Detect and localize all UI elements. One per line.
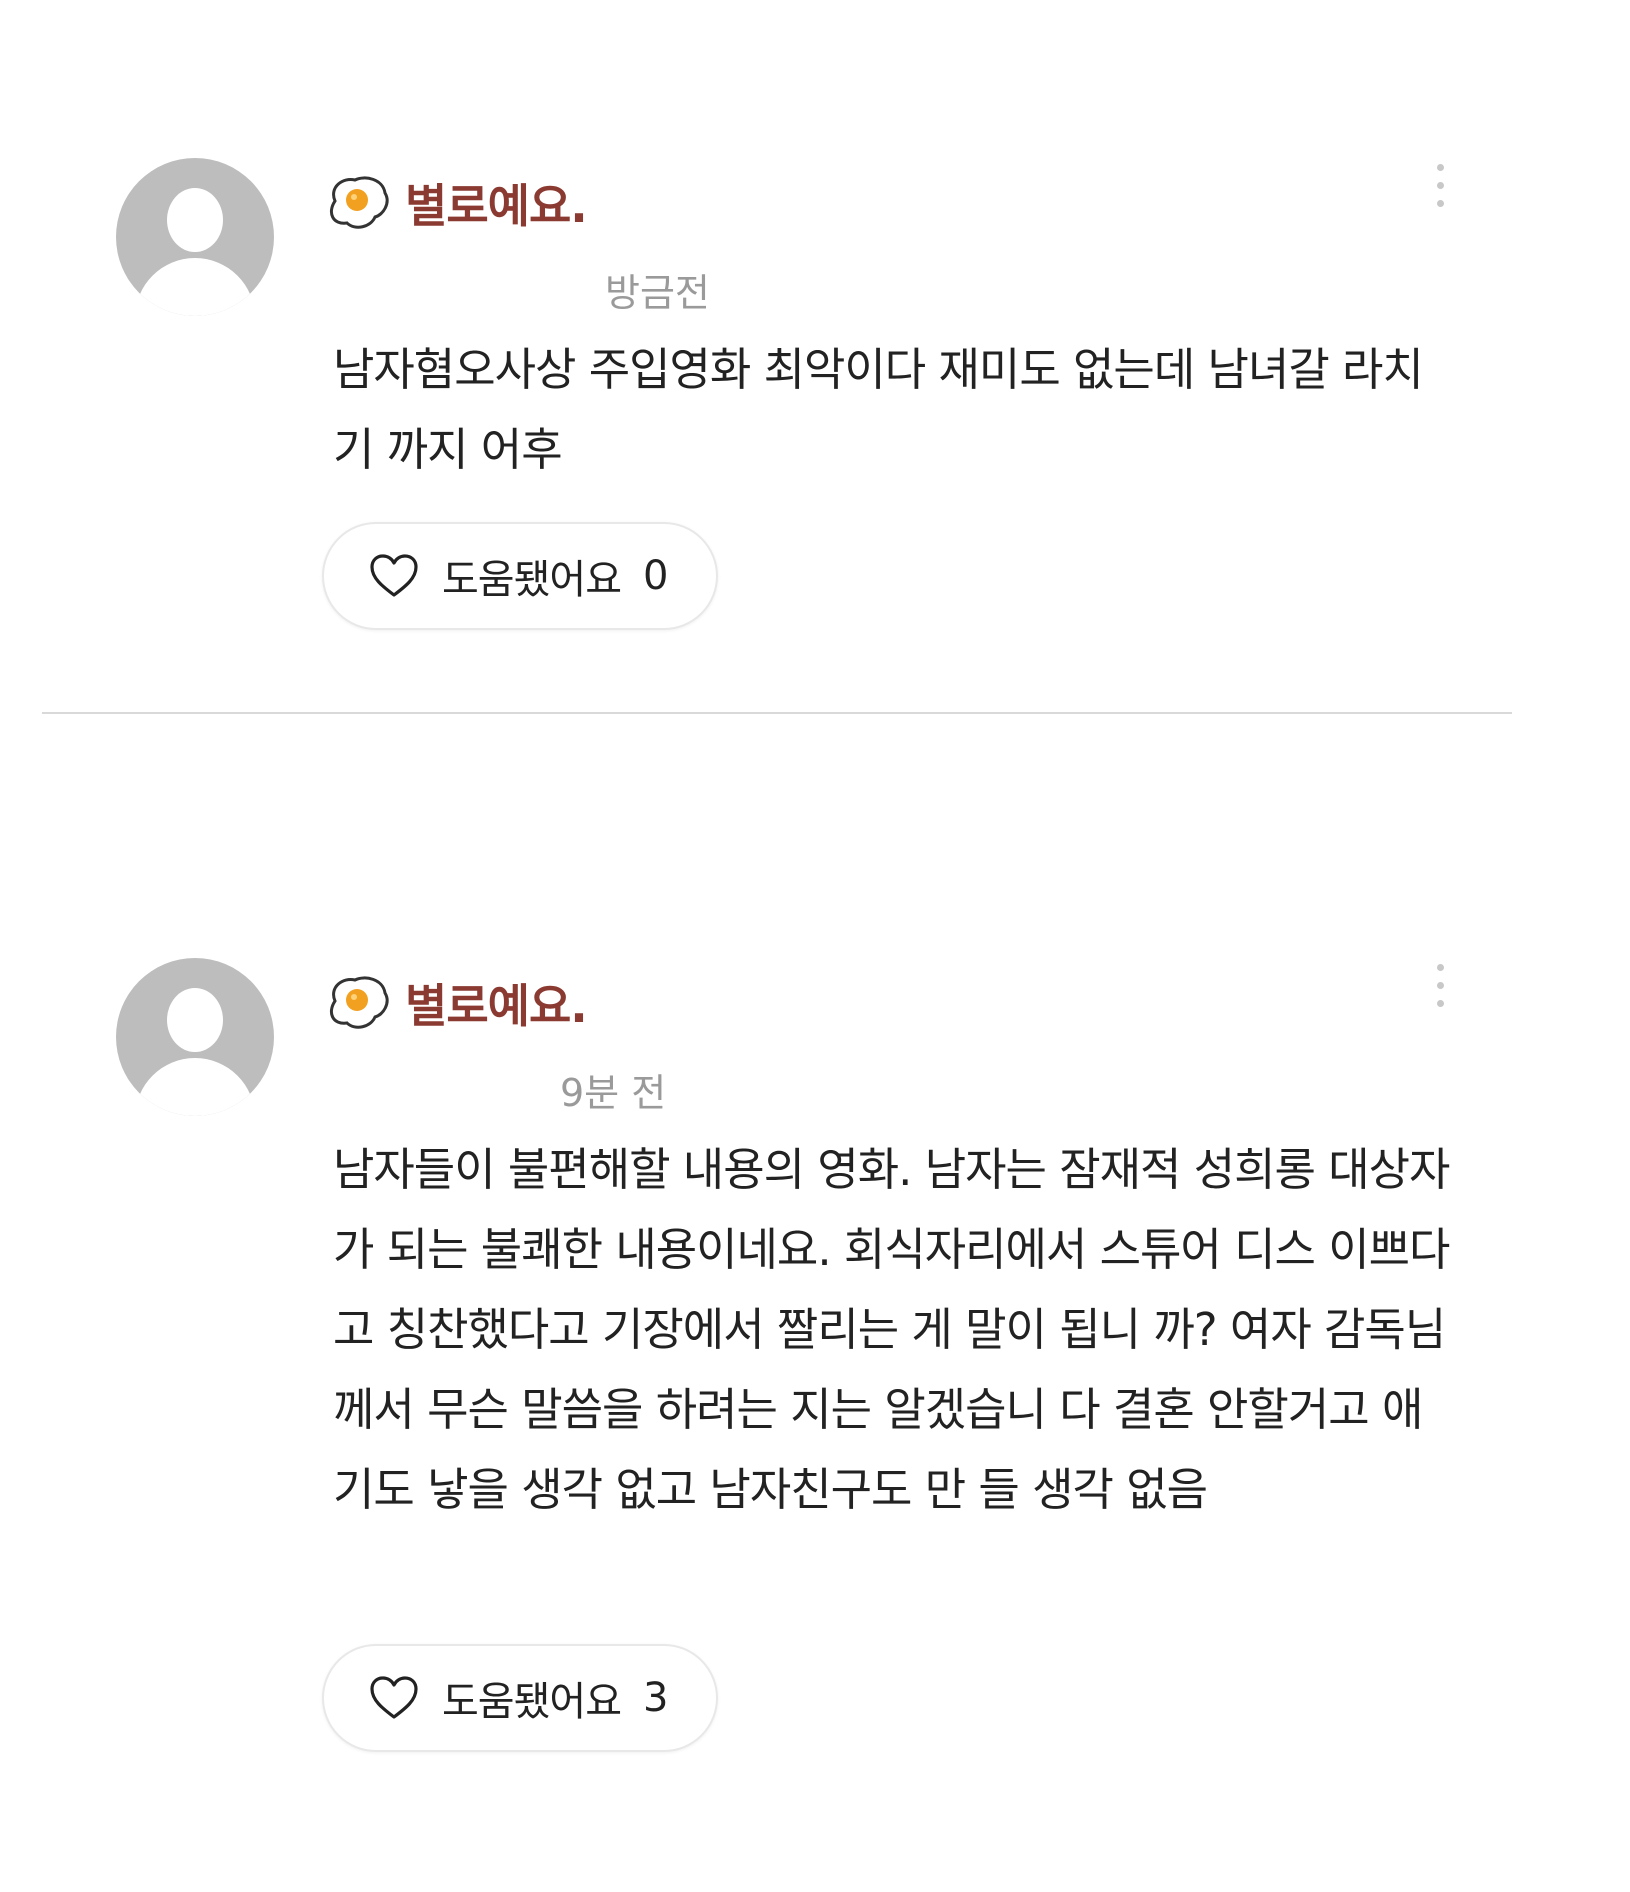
divider — [42, 712, 1512, 714]
helpful-count: 3 — [643, 1675, 669, 1721]
fried-egg-icon — [330, 176, 389, 229]
avatar-body — [135, 258, 255, 316]
rating-row: 별로예요. — [325, 168, 588, 238]
avatar — [116, 158, 274, 316]
helpful-button[interactable]: 도움됐어요 3 — [322, 1644, 718, 1752]
review-item: 별로예요. 방금전 남자혐오사상 주입영화 최악이다 재미도 없는데 남녀갈 라… — [0, 0, 1630, 720]
helpful-label: 도움됐어요 — [442, 557, 622, 603]
avatar-head — [167, 188, 223, 252]
fried-egg-icon — [330, 976, 389, 1029]
helpful-label: 도움됐어요 — [442, 1679, 622, 1725]
review-timestamp: 방금전 — [605, 271, 710, 315]
more-options-icon[interactable] — [1425, 158, 1455, 214]
avatar-body — [135, 1058, 255, 1116]
avatar-head — [167, 988, 223, 1052]
review-content: 남자들이 불편해할 내용의 영화. 남자는 잠재적 성희롱 대상자가 되는 불쾌… — [333, 1143, 1450, 1516]
helpful-count: 0 — [643, 553, 669, 599]
review-item: 별로예요. 9분 전 남자들이 불편해할 내용의 영화. 남자는 잠재적 성희롱… — [0, 800, 1630, 1892]
more-options-icon[interactable] — [1425, 958, 1455, 1014]
review-content: 남자혐오사상 주입영화 최악이다 재미도 없는데 남녀갈 라치기 까지 어후 — [333, 343, 1424, 476]
heart-outline-icon — [370, 1676, 418, 1719]
review-timestamp: 9분 전 — [560, 1071, 667, 1115]
rating-label: 별로예요. — [405, 979, 588, 1033]
heart-outline-icon — [370, 554, 418, 597]
rating-label: 별로예요. — [405, 179, 588, 233]
rating-row: 별로예요. — [325, 968, 588, 1038]
avatar — [116, 958, 274, 1116]
helpful-button[interactable]: 도움됐어요 0 — [322, 522, 718, 630]
